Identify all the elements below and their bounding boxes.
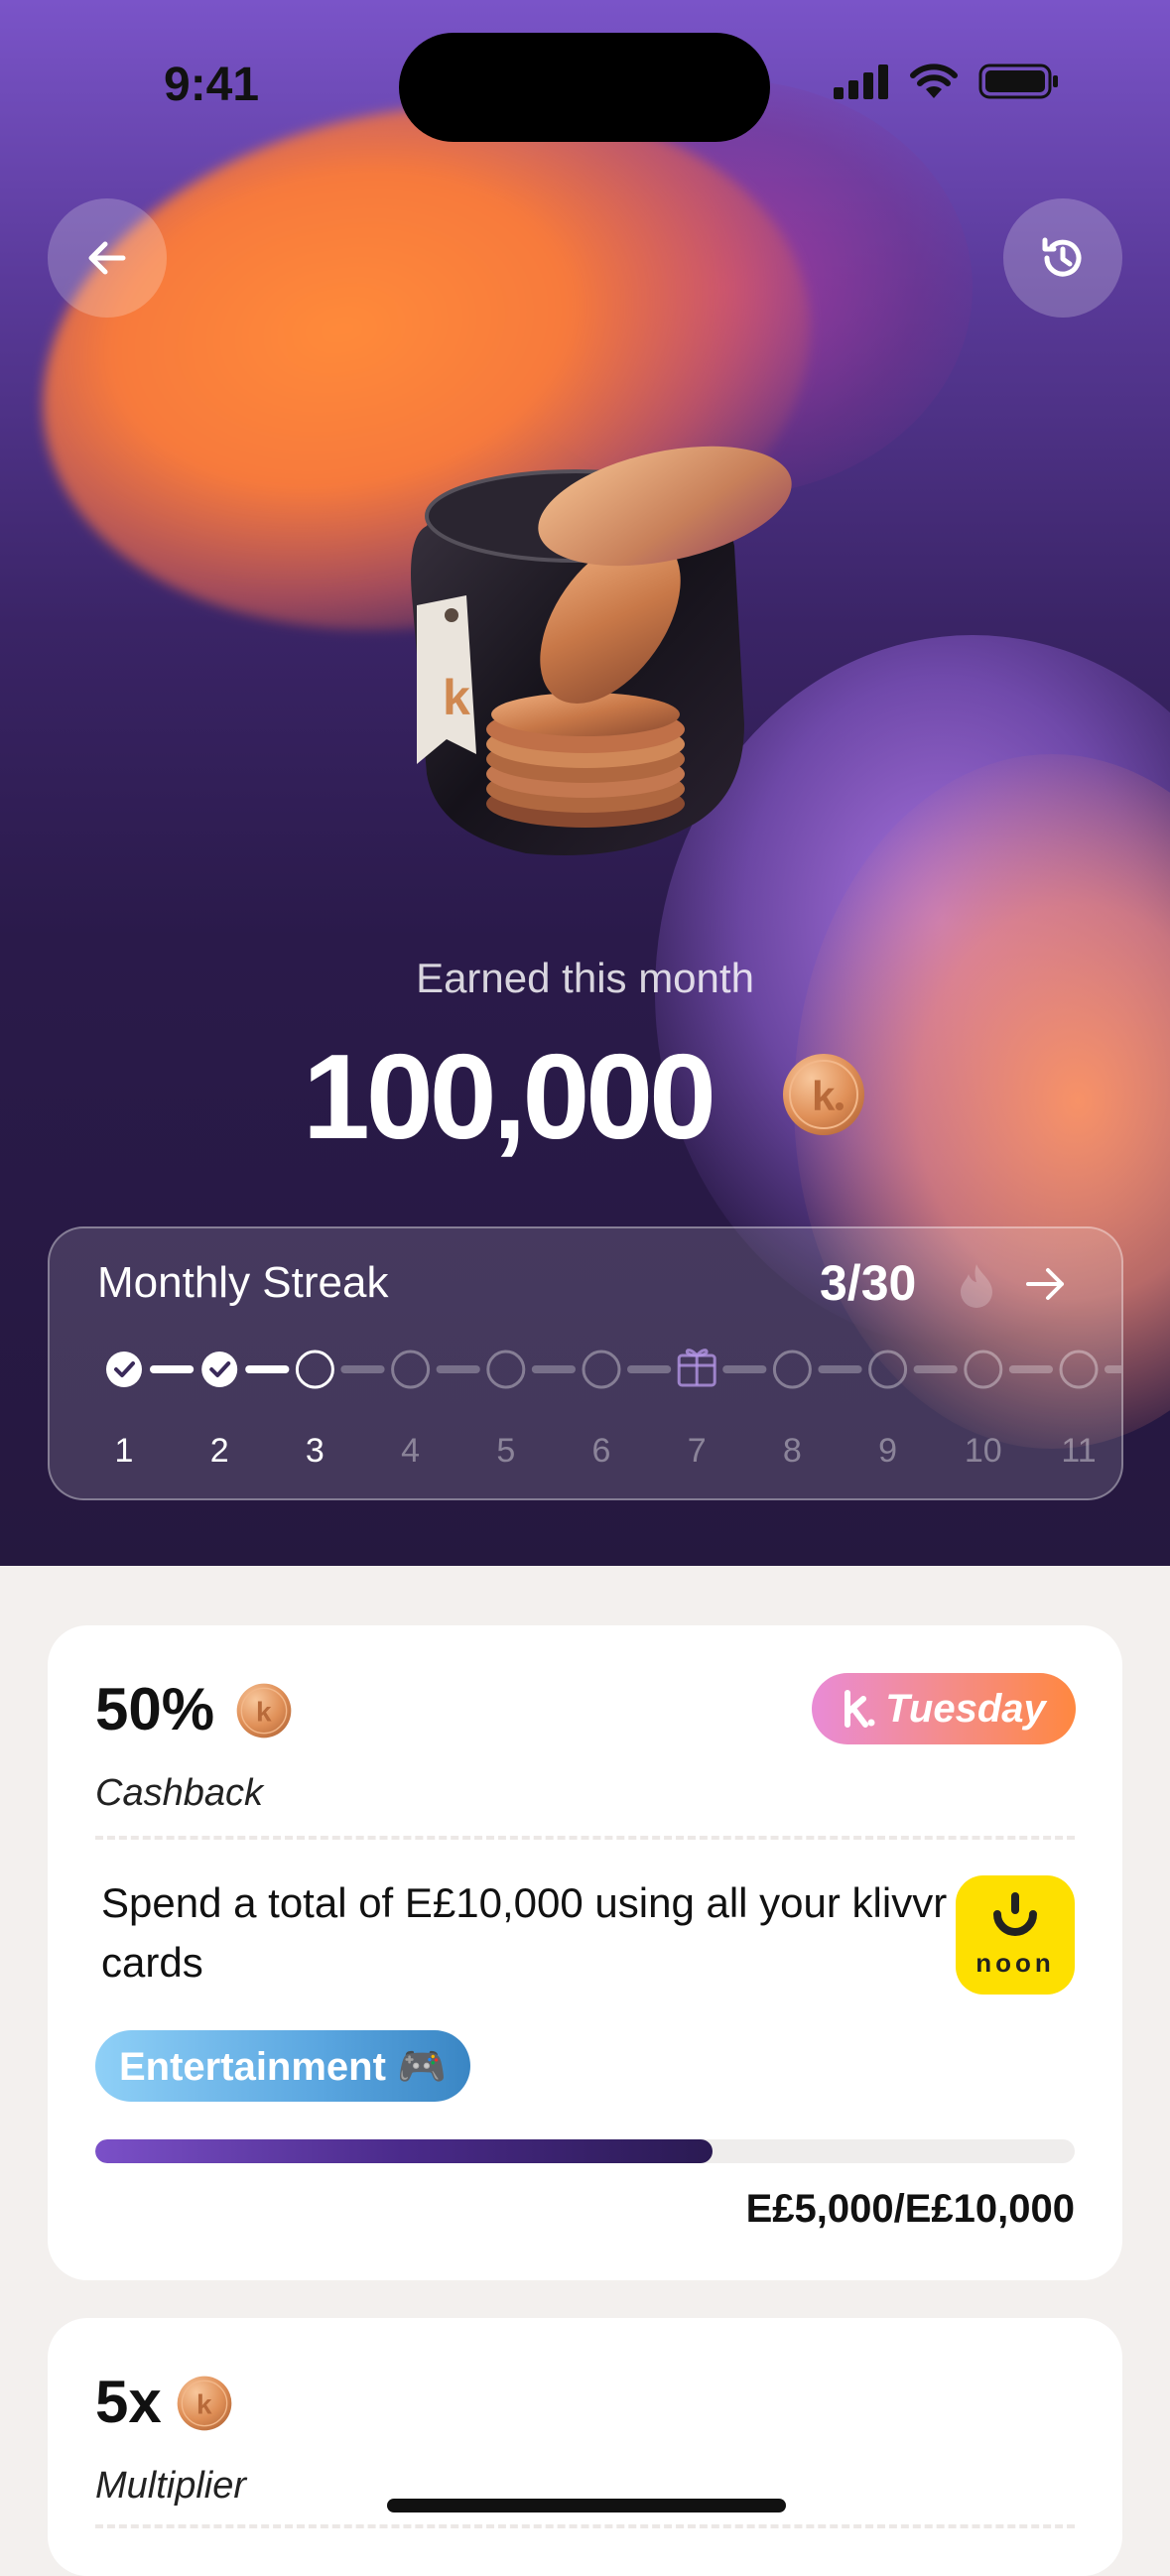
category-tag[interactable]: Entertainment 🎮 [95, 2030, 470, 2102]
status-icons [834, 62, 1060, 101]
streak-track-graphic [106, 1349, 1121, 1389]
streak-day-label: 1 [114, 1432, 134, 1470]
streak-day-4 [391, 1350, 431, 1389]
streak-day-10 [964, 1350, 1003, 1389]
category-label: Entertainment 🎮 [119, 2044, 447, 2089]
k-coin-icon: k [177, 2376, 232, 2431]
dynamic-island [399, 33, 770, 142]
home-indicator [387, 2499, 786, 2512]
streak-day-label: 9 [878, 1432, 898, 1470]
reward-card-multiplier[interactable]: 5x k Multiplier [48, 2318, 1122, 2576]
streak-count: 3/30 [820, 1255, 917, 1311]
earned-amount: 100,000 [303, 1029, 716, 1164]
arrow-left-icon [88, 241, 126, 275]
k-coin-icon: k [782, 1053, 865, 1136]
badge-text: Tuesday [885, 1686, 1046, 1731]
reward-card-cashback[interactable]: 50% k Cashback Tuesday Spend a total of … [48, 1625, 1122, 2280]
merchant-name: noon [975, 1947, 1055, 1978]
streak-day-label: 7 [687, 1432, 707, 1470]
divider [95, 1836, 1075, 1840]
streak-day-1 [106, 1352, 142, 1387]
gift-icon [677, 1349, 716, 1387]
divider [95, 2524, 1075, 2528]
noon-logo-icon [993, 1891, 1037, 1936]
streak-day-label: 2 [209, 1432, 229, 1470]
streak-day-8 [772, 1350, 812, 1389]
reward-type: Cashback [95, 1772, 263, 1814]
streak-day-3 [295, 1350, 334, 1389]
streak-day-label: 11 [1061, 1432, 1097, 1470]
streak-title: Monthly Streak [97, 1258, 389, 1307]
flame-icon [961, 1264, 992, 1308]
svg-text:k: k [443, 670, 470, 725]
rewards-hero: 9:41 k Earned this month 100,000 k Month… [0, 0, 1170, 1566]
coin-jar-illustration: k [367, 397, 804, 873]
streak-day-6 [582, 1350, 621, 1389]
reward-value: 50% [95, 1676, 215, 1742]
history-button[interactable] [1003, 198, 1122, 318]
battery-icon [978, 64, 1058, 99]
history-clock-icon [1042, 237, 1082, 277]
streak-day-label: 4 [401, 1432, 421, 1470]
streak-day-label: 10 [964, 1432, 1002, 1470]
signal-icon [834, 64, 888, 99]
reward-type: Multiplier [95, 2465, 247, 2507]
streak-day-5 [486, 1350, 526, 1389]
svg-text:k: k [812, 1073, 836, 1119]
tuesday-badge: Tuesday [812, 1673, 1076, 1744]
wifi-icon [910, 64, 958, 98]
svg-text:k: k [256, 1697, 272, 1728]
noon-merchant-logo: noon [956, 1875, 1075, 1995]
streak-day-2 [201, 1352, 238, 1387]
status-time: 9:41 [164, 59, 260, 111]
klivvr-logo-icon [845, 1690, 875, 1728]
arrow-right-icon[interactable] [1022, 1260, 1070, 1308]
streak-day-label: 8 [782, 1432, 802, 1470]
progress-text: E£5,000/E£10,000 [745, 2187, 1075, 2231]
earned-label: Earned this month [416, 955, 754, 1001]
k-coin-icon: k [236, 1683, 292, 1739]
streak-day-labels: 1 2 3 4 5 6 7 8 9 10 11 [50, 1432, 1121, 1481]
streak-track [50, 1340, 1121, 1399]
monthly-streak-card[interactable]: Monthly Streak 3/30 1 2 3 4 5 6 7 8 9 10 11 [48, 1226, 1123, 1500]
reward-description: Spend a total of E£10,000 using all your… [101, 1879, 948, 1986]
back-button[interactable] [48, 198, 167, 318]
streak-day-label: 5 [496, 1432, 516, 1470]
streak-day-11 [1059, 1350, 1099, 1389]
reward-value: 5x [95, 2369, 162, 2435]
svg-text:k: k [196, 2389, 212, 2420]
streak-day-label: 3 [305, 1432, 325, 1470]
streak-day-9 [868, 1350, 908, 1389]
progress-bar [95, 2139, 1075, 2163]
progress-fill [95, 2139, 713, 2163]
streak-day-label: 6 [591, 1432, 611, 1470]
